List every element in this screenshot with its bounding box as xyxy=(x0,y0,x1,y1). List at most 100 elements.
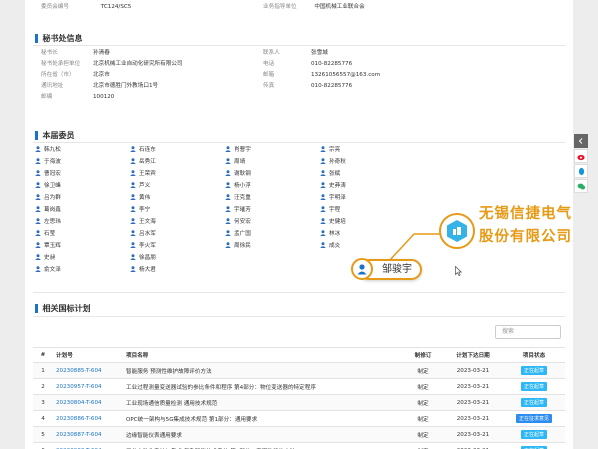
member-item[interactable]: 吕水军 xyxy=(130,230,156,239)
member-name: 石连东 xyxy=(139,147,156,153)
plan-code-link[interactable]: 20230886-T-604 xyxy=(53,410,123,427)
user-icon xyxy=(35,266,41,272)
user-icon xyxy=(130,146,136,152)
divider xyxy=(33,292,565,293)
user-icon xyxy=(35,242,41,248)
share-collapse-button[interactable] xyxy=(574,134,588,148)
status-cell: 正在征求意见 xyxy=(503,410,565,427)
company-logo xyxy=(439,213,475,249)
members-title: 本届委员 xyxy=(35,130,75,141)
plan-code-link[interactable]: 20230885-T-604 xyxy=(53,362,123,379)
plan-code-link[interactable]: 20230804-T-604 xyxy=(53,394,123,411)
member-item[interactable]: 宇程 xyxy=(320,206,340,215)
member-item[interactable]: 徐昌朋 xyxy=(130,254,156,263)
member-name: 孙奇秋 xyxy=(329,159,346,165)
member-item[interactable]: 史莽涛 xyxy=(320,182,346,191)
user-icon xyxy=(35,158,41,164)
status-badge[interactable]: 正在起草 xyxy=(520,430,547,439)
member-name: 成炎 xyxy=(329,243,341,249)
member-name: 史健培 xyxy=(329,219,346,225)
status-badge[interactable]: 正在起草 xyxy=(520,398,547,407)
committee-no-row: 委员会编号 TC124/SC5 xyxy=(41,2,131,12)
member-item[interactable]: 史健培 xyxy=(320,218,346,227)
user-icon xyxy=(320,218,326,224)
member-item[interactable]: 周徐民 xyxy=(225,242,251,251)
plan-date: 2023-03-21 xyxy=(443,378,503,395)
member-item[interactable]: 宗亮 xyxy=(320,146,340,155)
member-name: 周靖 xyxy=(234,159,246,165)
col-header-no: # xyxy=(33,347,53,363)
member-item[interactable]: 李火军 xyxy=(130,242,156,251)
plan-code-link[interactable]: 20230963-T-604 xyxy=(53,442,123,449)
member-item[interactable]: 宇璀芳 xyxy=(225,206,251,215)
member-item[interactable]: 肖曹宇 xyxy=(225,146,251,155)
member-item[interactable]: 谢耿钢 xyxy=(225,170,251,179)
member-name: 史昶 xyxy=(44,255,56,261)
field-value: 孙清春 xyxy=(93,50,110,56)
col-header-name[interactable]: 项目名称 xyxy=(123,347,403,363)
member-item[interactable]: 张赋 xyxy=(320,170,340,179)
member-item[interactable]: 汪克重 xyxy=(225,194,251,203)
member-item[interactable]: 成炎 xyxy=(320,242,340,251)
user-icon xyxy=(35,182,41,188)
col-header-code[interactable]: 计划号 xyxy=(53,347,123,363)
plan-code-link[interactable]: 20230957-T-604 xyxy=(53,378,123,395)
user-icon xyxy=(320,242,326,248)
member-item[interactable]: 俞文泽 xyxy=(35,266,61,275)
member-item[interactable]: 吕为群 xyxy=(35,194,61,203)
wechat-share-button[interactable] xyxy=(574,179,588,193)
member-item[interactable]: 于海波 xyxy=(35,158,61,167)
field-value: 100120 xyxy=(93,94,115,100)
status-badge[interactable]: 正在起草 xyxy=(520,382,547,391)
member-item[interactable]: 芦义 xyxy=(130,182,150,191)
divider xyxy=(33,142,565,143)
user-icon xyxy=(130,230,136,236)
member-name: 俞文泽 xyxy=(44,267,61,273)
member-item[interactable]: 王文海 xyxy=(130,218,156,227)
member-item[interactable]: 曹冠宏 xyxy=(35,170,61,179)
member-item[interactable]: 孙奇秋 xyxy=(320,158,346,167)
member-item[interactable]: 杨小浮 xyxy=(225,182,251,191)
member-name: 覃玉辉 xyxy=(44,243,61,249)
member-item[interactable]: 林冰 xyxy=(320,230,340,239)
status-badge[interactable]: 正在起草 xyxy=(520,366,547,375)
member-item[interactable]: 何安宏 xyxy=(225,218,251,227)
member-item[interactable]: 王荣宾 xyxy=(130,170,156,179)
field-value[interactable]: 13261056557@163.com xyxy=(311,72,380,78)
col-header-type[interactable]: 制修订 xyxy=(403,347,443,363)
member-item[interactable]: 史昶 xyxy=(35,254,55,263)
plan-name: 工业自动化系统与集成 复杂智能技术系统 第3部分：实现功能的方法 xyxy=(123,442,403,449)
member-item[interactable]: 孟广国 xyxy=(225,230,251,239)
member-item[interactable]: 周靖 xyxy=(225,158,245,167)
qq-share-button[interactable] xyxy=(574,164,588,178)
member-item[interactable]: 李宁 xyxy=(130,206,150,215)
weibo-share-button[interactable] xyxy=(574,149,588,163)
user-icon xyxy=(35,230,41,236)
member-item[interactable]: 左思玮 xyxy=(35,218,61,227)
page-panel: 委员会编号 TC124/SC5 业务指导单位 中国机械工业联合会 秘书处信息 秘… xyxy=(25,0,573,449)
user-icon xyxy=(225,194,231,200)
plan-type: 制定 xyxy=(403,410,443,427)
member-item[interactable]: 黄伟 xyxy=(130,194,150,203)
plan-date: 2023-03-21 xyxy=(443,410,503,427)
secretariat-field: 电话 010-82285776 xyxy=(263,59,352,69)
member-name: 杨小浮 xyxy=(234,183,251,189)
member-item[interactable]: 韩九松 xyxy=(35,146,61,155)
plans-title: 相关国标计划 xyxy=(35,303,91,314)
member-item[interactable]: 杨大君 xyxy=(130,266,156,275)
field-value: 北京市德胜门外教场口1号 xyxy=(93,83,159,89)
member-item[interactable]: 宇明泽 xyxy=(320,194,346,203)
member-item[interactable]: 石莹 xyxy=(35,230,55,239)
member-item[interactable]: 岳秀江 xyxy=(130,158,156,167)
plan-code-link[interactable]: 20230887-T-604 xyxy=(53,426,123,443)
col-header-date[interactable]: 计划下达日期 xyxy=(443,347,503,363)
search-input[interactable]: 搜索 xyxy=(495,325,561,339)
member-item[interactable]: 徐卫峰 xyxy=(35,182,61,191)
col-header-status[interactable]: 项目状态 xyxy=(503,347,565,363)
member-name: 宇明泽 xyxy=(329,195,346,201)
member-item[interactable]: 葛岗鑫 xyxy=(35,206,61,215)
member-item[interactable]: 覃玉辉 xyxy=(35,242,61,251)
member-item[interactable]: 石连东 xyxy=(130,146,156,155)
status-badge[interactable]: 正在征求意见 xyxy=(515,414,552,423)
member-name: 周徐民 xyxy=(234,243,251,249)
